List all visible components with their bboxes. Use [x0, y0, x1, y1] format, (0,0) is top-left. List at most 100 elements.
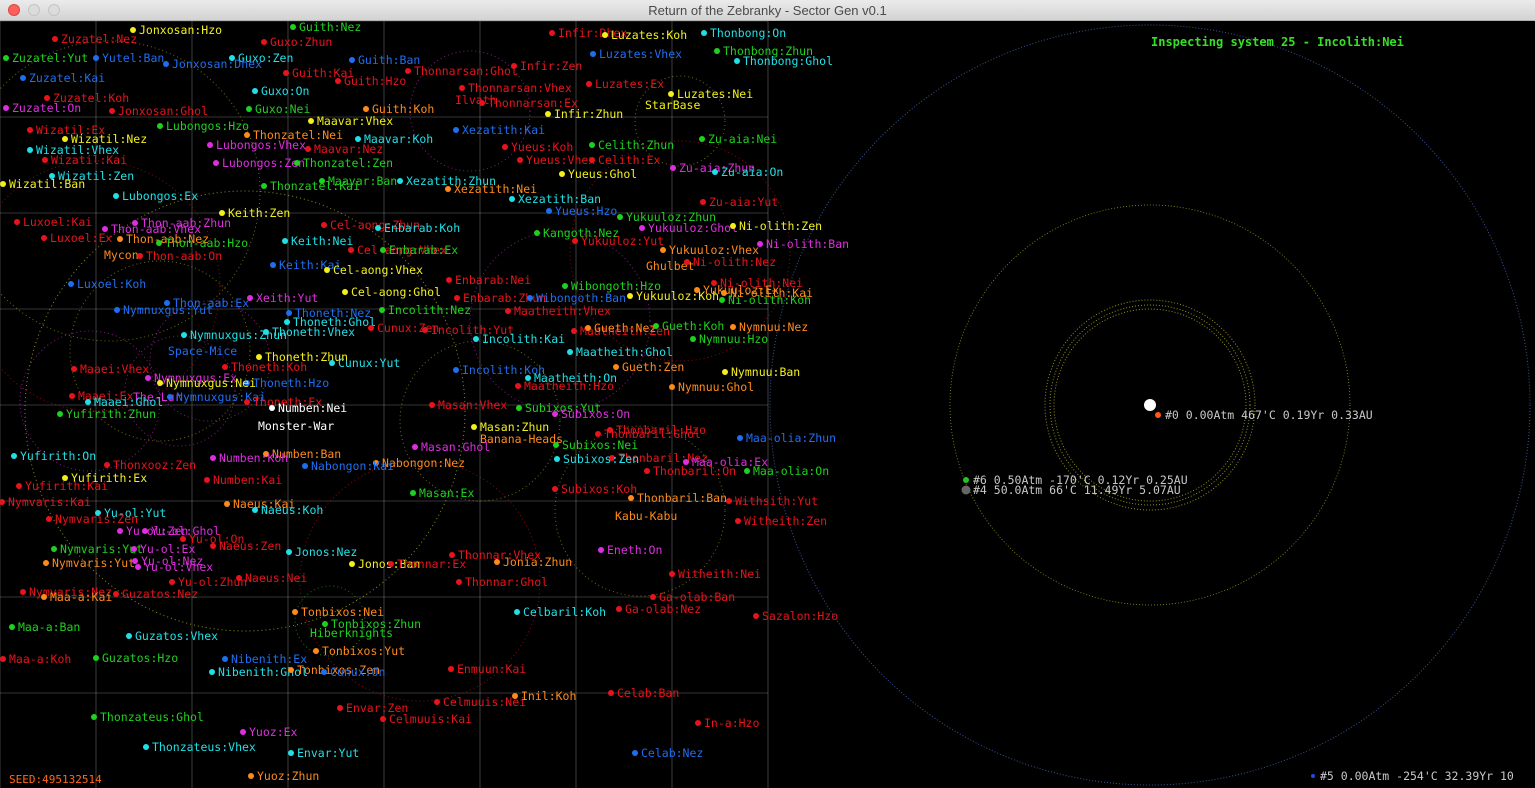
- star-dot[interactable]: [349, 57, 355, 63]
- star-dot[interactable]: [586, 81, 592, 87]
- star-dot[interactable]: [321, 222, 327, 228]
- star-system[interactable]: Maavar:Vhex: [308, 114, 393, 128]
- star-dot[interactable]: [412, 444, 418, 450]
- star-dot[interactable]: [288, 750, 294, 756]
- star-system[interactable]: Naeus:Zen: [210, 539, 281, 553]
- star-dot[interactable]: [0, 656, 6, 662]
- star-dot[interactable]: [0, 181, 6, 187]
- star-dot[interactable]: [222, 656, 228, 662]
- star-system[interactable]: Nymnuu:Ban: [722, 365, 800, 379]
- planet-dot[interactable]: [963, 477, 969, 483]
- star-dot[interactable]: [505, 308, 511, 314]
- star-system[interactable]: Yukuuloz:Koh: [627, 289, 719, 303]
- star-dot[interactable]: [726, 498, 732, 504]
- star-dot[interactable]: [130, 27, 136, 33]
- star-dot[interactable]: [42, 157, 48, 163]
- star-system[interactable]: Celith:Ex: [589, 153, 660, 167]
- star-dot[interactable]: [157, 123, 163, 129]
- star-system[interactable]: Nymnuu:Ghol: [669, 380, 754, 394]
- star-system[interactable]: Nymnuxgus:Kai: [167, 390, 266, 404]
- star-dot[interactable]: [650, 594, 656, 600]
- star-system[interactable]: Nymvaris:Zen: [46, 512, 138, 526]
- star-dot[interactable]: [572, 238, 578, 244]
- star-system[interactable]: Monster-War: [258, 419, 334, 433]
- star-dot[interactable]: [93, 55, 99, 61]
- star-system[interactable]: Yueus:Vhex: [517, 153, 595, 167]
- star-system[interactable]: Yufirith:On: [11, 449, 96, 463]
- star-dot[interactable]: [448, 666, 454, 672]
- star-dot[interactable]: [294, 160, 300, 166]
- star-system[interactable]: Luzates:Koh: [602, 28, 687, 42]
- star-dot[interactable]: [224, 501, 230, 507]
- star-dot[interactable]: [113, 591, 119, 597]
- planet-inspector[interactable]: #0 0.00Atm 467'C 0.19Yr 0.33AU#6 0.50Atm…: [961, 399, 1514, 783]
- star-dot[interactable]: [143, 744, 149, 750]
- star-system[interactable]: Keith:Nei: [282, 234, 353, 248]
- star-dot[interactable]: [302, 463, 308, 469]
- star-dot[interactable]: [670, 165, 676, 171]
- star-dot[interactable]: [446, 277, 452, 283]
- star-dot[interactable]: [181, 332, 187, 338]
- star-system[interactable]: Ni-olith:Zen: [730, 219, 822, 233]
- star-dot[interactable]: [562, 283, 568, 289]
- star-dot[interactable]: [644, 468, 650, 474]
- star-dot[interactable]: [51, 546, 57, 552]
- star-dot[interactable]: [379, 307, 385, 313]
- star-system[interactable]: Yuoz:Zhun: [248, 769, 319, 783]
- star-dot[interactable]: [459, 85, 465, 91]
- star-system[interactable]: Nymnuu:Hzo: [690, 332, 768, 346]
- star-dot[interactable]: [261, 39, 267, 45]
- planet-dot[interactable]: [1155, 412, 1161, 418]
- star-dot[interactable]: [632, 750, 638, 756]
- star-system[interactable]: In-a:Hzo: [695, 716, 759, 730]
- star-dot[interactable]: [734, 58, 740, 64]
- star-dot[interactable]: [104, 462, 110, 468]
- star-system[interactable]: Incolith:Koh: [453, 363, 545, 377]
- star-system[interactable]: Thonnarsan:Ghol: [405, 64, 518, 78]
- star-dot[interactable]: [653, 323, 659, 329]
- star-dot[interactable]: [388, 561, 394, 567]
- star-dot[interactable]: [337, 705, 343, 711]
- star-dot[interactable]: [286, 310, 292, 316]
- star-dot[interactable]: [595, 431, 601, 437]
- star-dot[interactable]: [11, 453, 17, 459]
- planet[interactable]: #0 0.00Atm 467'C 0.19Yr 0.33AU: [1155, 408, 1373, 422]
- star-system[interactable]: Wizatil:Kai: [42, 153, 127, 167]
- star-dot[interactable]: [429, 402, 435, 408]
- star-dot[interactable]: [616, 606, 622, 612]
- star-system[interactable]: Jonos:Nez: [286, 545, 357, 559]
- star-dot[interactable]: [117, 236, 123, 242]
- star-dot[interactable]: [261, 183, 267, 189]
- star-system[interactable]: Luxoel:Ex: [41, 231, 112, 245]
- star-dot[interactable]: [207, 142, 213, 148]
- star-system[interactable]: Celmuuis:Kai: [380, 712, 472, 726]
- star-system[interactable]: Maavar:Ban: [319, 174, 397, 188]
- star-dot[interactable]: [701, 30, 707, 36]
- star-dot[interactable]: [252, 88, 258, 94]
- star-dot[interactable]: [14, 219, 20, 225]
- star-dot[interactable]: [699, 136, 705, 142]
- star-dot[interactable]: [534, 230, 540, 236]
- star-system[interactable]: Naeus:Koh: [252, 503, 323, 517]
- star-system[interactable]: Zuzatel:On: [3, 101, 81, 115]
- star-dot[interactable]: [517, 157, 523, 163]
- star-system[interactable]: Enbarab:Nei: [446, 273, 531, 287]
- star-system[interactable]: Nymvaris:Yut: [51, 542, 143, 556]
- star-dot[interactable]: [719, 297, 725, 303]
- star-dot[interactable]: [602, 32, 608, 38]
- star-system[interactable]: Yukuuloz:Yut: [572, 234, 664, 248]
- star-dot[interactable]: [397, 178, 403, 184]
- star-system[interactable]: Eneth:On: [598, 543, 662, 557]
- star-system[interactable]: Zuzatel:Nez: [52, 32, 137, 46]
- star-system[interactable]: Maa-a:Koh: [0, 652, 71, 666]
- star-dot[interactable]: [145, 375, 151, 381]
- star-system[interactable]: Zuzatel:Yut: [3, 51, 88, 65]
- star-system[interactable]: Numben:Kai: [204, 473, 282, 487]
- star-dot[interactable]: [246, 106, 252, 112]
- planet-dot[interactable]: [1311, 774, 1315, 778]
- star-system[interactable]: Celab:Nez: [632, 746, 703, 760]
- star-dot[interactable]: [590, 51, 596, 57]
- planet[interactable]: #5 0.00Atm -254'C 32.39Yr 10: [1311, 769, 1514, 783]
- star-dot[interactable]: [132, 558, 138, 564]
- star-dot[interactable]: [292, 609, 298, 615]
